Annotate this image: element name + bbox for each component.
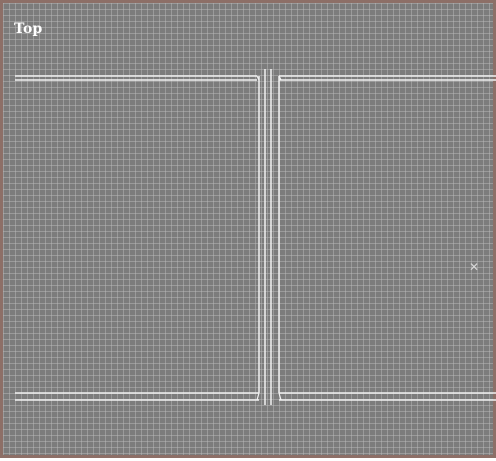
top-joint-right — [278, 75, 282, 81]
viewport-label[interactable]: Top — [14, 21, 43, 37]
x-cross-icon[interactable]: ✕ — [467, 260, 481, 274]
wireframe-geometry — [15, 69, 496, 405]
bottom-joint-left — [256, 392, 260, 401]
bottom-joint-right — [278, 392, 282, 401]
top-viewport[interactable]: Top ✕ — [0, 0, 496, 458]
top-joint-left — [256, 75, 260, 81]
